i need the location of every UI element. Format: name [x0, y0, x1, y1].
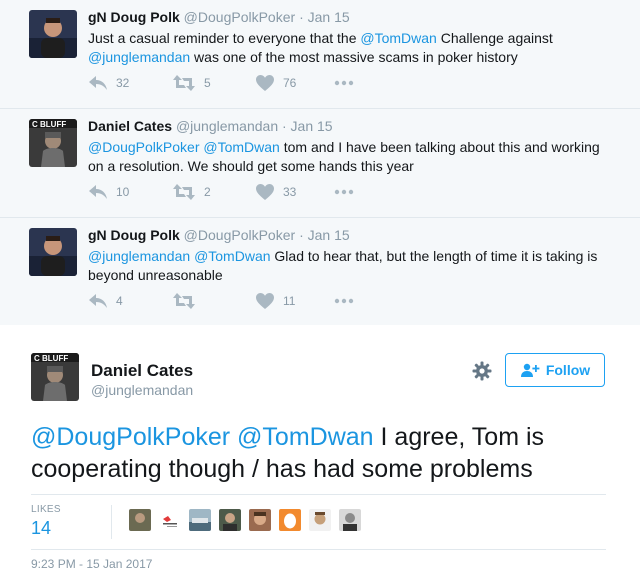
more-button[interactable] — [334, 292, 354, 310]
tweet-time[interactable]: · Jan 15 — [299, 227, 350, 243]
thread-tweet[interactable]: gN Doug Polk @DougPolkPoker · Jan 15 Jus… — [0, 0, 640, 109]
retweet-button[interactable]: 5 — [172, 74, 211, 92]
text-run: Challenge against — [436, 30, 553, 46]
author-handle[interactable]: @junglemandan — [176, 118, 278, 134]
tweet-time[interactable]: · Jan 15 — [282, 118, 333, 134]
tweet-text: @DougPolkPoker @TomDwan tom and I have b… — [88, 138, 608, 176]
tweet-actions: 10 2 33 — [88, 183, 388, 201]
like-count: 33 — [283, 185, 297, 199]
settings-button[interactable] — [472, 361, 492, 386]
retweet-icon — [172, 74, 196, 92]
author-name[interactable]: gN Doug Polk — [88, 227, 180, 243]
reply-button[interactable]: 10 — [88, 183, 129, 201]
more-button[interactable] — [334, 183, 354, 201]
tweet-text: Just a casual reminder to everyone that … — [88, 29, 608, 67]
retweet-icon — [172, 183, 196, 201]
liker-avatar[interactable] — [309, 509, 331, 531]
add-user-icon — [520, 363, 540, 377]
mention-link[interactable]: @TomDwan — [194, 248, 270, 264]
mention-link[interactable]: @TomDwan — [360, 30, 436, 46]
text-run: was one of the most massive scams in pok… — [190, 49, 518, 65]
permalink-tweet: C BLUFF Daniel Cates @junglemandan Follo… — [0, 325, 640, 572]
tweet-text: @junglemandan @TomDwan Glad to hear that… — [88, 247, 608, 285]
liker-avatar[interactable] — [339, 509, 361, 531]
mention-link[interactable]: @junglemandan — [88, 248, 190, 264]
like-count: 76 — [283, 76, 297, 90]
author-name[interactable]: Daniel Cates — [91, 361, 193, 381]
tweet-text: @DougPolkPoker @TomDwan I agree, Tom is … — [31, 421, 611, 485]
reply-button[interactable]: 32 — [88, 74, 129, 92]
more-icon — [334, 189, 354, 195]
follow-button[interactable]: Follow — [505, 353, 605, 387]
author-handle[interactable]: @junglemandan — [91, 382, 193, 398]
author-handle[interactable]: @DougPolkPoker — [184, 9, 296, 25]
likers-list — [129, 509, 369, 531]
tweet-actions: 4 11 — [88, 292, 388, 310]
text-run — [230, 423, 237, 451]
tweet-timestamp: 9:23 PM - 15 Jan 2017 — [31, 557, 153, 571]
retweet-icon — [172, 292, 196, 310]
mention-link[interactable]: @TomDwan — [203, 139, 279, 155]
liker-avatar[interactable] — [159, 509, 181, 531]
retweet-button[interactable] — [172, 292, 204, 310]
avatar[interactable]: C BLUFF — [31, 353, 79, 401]
like-count: 11 — [283, 294, 296, 308]
liker-avatar[interactable] — [189, 509, 211, 531]
retweet-count: 5 — [204, 76, 211, 90]
tweet-stats: LIKES 14 — [31, 494, 606, 550]
stats-divider — [111, 505, 112, 539]
thread-tweet[interactable]: gN Doug Polk @DougPolkPoker · Jan 15 @ju… — [0, 218, 640, 327]
tweet-header: gN Doug Polk @DougPolkPoker · Jan 15 — [88, 9, 350, 25]
heart-icon — [255, 74, 275, 92]
gear-icon — [472, 361, 492, 381]
tweet-header: gN Doug Polk @DougPolkPoker · Jan 15 — [88, 227, 350, 243]
likes-label: LIKES — [31, 504, 61, 515]
heart-icon — [255, 292, 275, 310]
follow-label: Follow — [545, 362, 591, 378]
svg-text:C BLUFF: C BLUFF — [32, 120, 66, 129]
mention-link[interactable]: @TomDwan — [237, 423, 374, 451]
avatar[interactable] — [29, 10, 77, 58]
retweet-button[interactable]: 2 — [172, 183, 211, 201]
liker-avatar[interactable] — [279, 509, 301, 531]
like-button[interactable]: 11 — [255, 292, 295, 310]
mention-link[interactable]: @junglemandan — [88, 49, 190, 65]
tweet-actions: 32 5 76 — [88, 74, 388, 92]
liker-avatar[interactable] — [249, 509, 271, 531]
heart-icon — [255, 183, 275, 201]
author-name[interactable]: gN Doug Polk — [88, 9, 180, 25]
reply-count: 4 — [116, 294, 123, 308]
conversation-thread: gN Doug Polk @DougPolkPoker · Jan 15 Jus… — [0, 0, 640, 327]
reply-icon — [88, 74, 108, 92]
liker-avatar[interactable] — [219, 509, 241, 531]
more-button[interactable] — [334, 74, 354, 92]
likes-count[interactable]: 14 — [31, 518, 51, 539]
avatar[interactable]: C BLUFF — [29, 119, 77, 167]
more-icon — [334, 80, 354, 86]
reply-button[interactable]: 4 — [88, 292, 123, 310]
mention-link[interactable]: @DougPolkPoker — [31, 423, 230, 451]
like-button[interactable]: 76 — [255, 74, 296, 92]
author-handle[interactable]: @DougPolkPoker — [184, 227, 296, 243]
tweet-time[interactable]: · Jan 15 — [299, 9, 350, 25]
retweet-count: 2 — [204, 185, 211, 199]
reply-count: 32 — [116, 76, 130, 90]
tweet-header: Daniel Cates @junglemandan · Jan 15 — [88, 118, 333, 134]
more-icon — [334, 298, 354, 304]
text-run: Just a casual reminder to everyone that … — [88, 30, 361, 46]
avatar[interactable] — [29, 228, 77, 276]
reply-icon — [88, 183, 108, 201]
author-name[interactable]: Daniel Cates — [88, 118, 172, 134]
like-button[interactable]: 33 — [255, 183, 296, 201]
svg-text:C BLUFF: C BLUFF — [34, 354, 68, 363]
mention-link[interactable]: @DougPolkPoker — [88, 139, 200, 155]
reply-count: 10 — [116, 185, 130, 199]
liker-avatar[interactable] — [129, 509, 151, 531]
reply-icon — [88, 292, 108, 310]
thread-tweet[interactable]: C BLUFF Daniel Cates @junglemandan · Jan… — [0, 109, 640, 218]
